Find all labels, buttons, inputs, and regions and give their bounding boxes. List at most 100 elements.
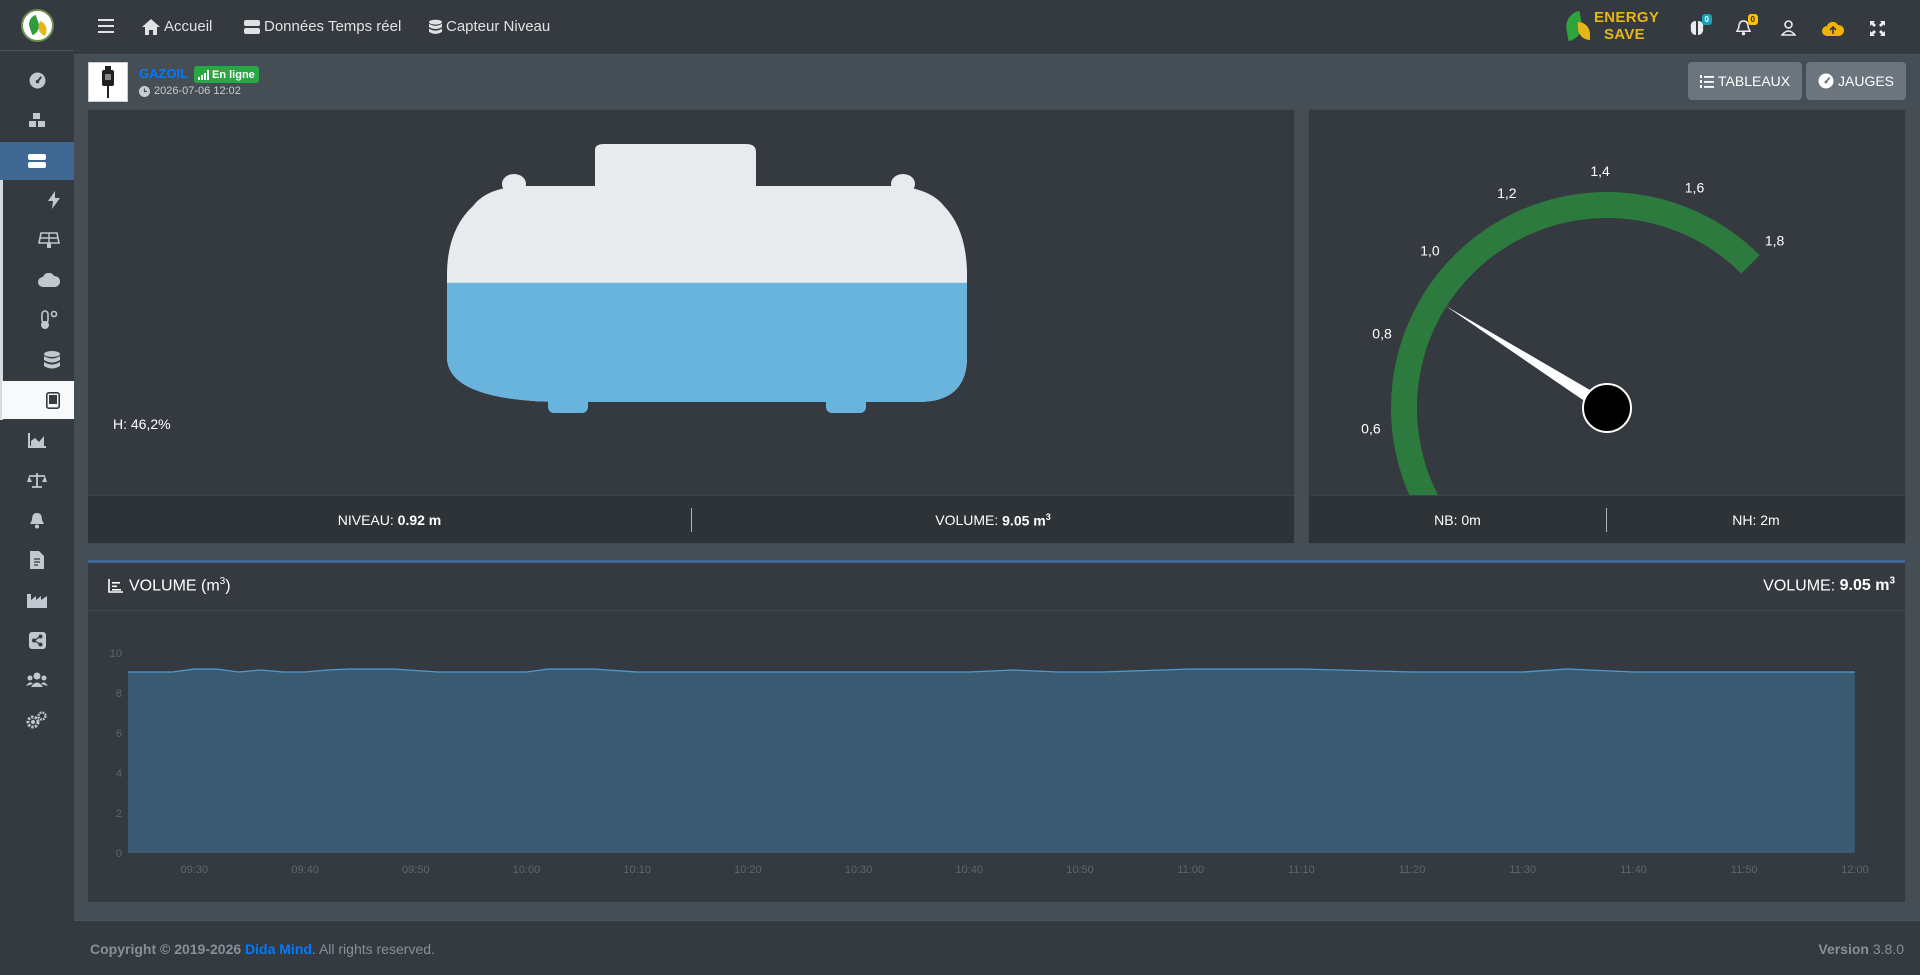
device-name[interactable]: GAZOIL — [139, 66, 188, 81]
company-link[interactable]: Dida Mind — [245, 941, 312, 957]
sidebar-item-invoices[interactable] — [0, 541, 74, 579]
version-text: Version 3.8.0 — [1818, 941, 1904, 957]
sidebar-divider — [0, 50, 74, 51]
fill-percentage-label: H: 46,2% — [113, 416, 171, 432]
expand-icon — [1869, 20, 1885, 36]
gauge-tick-label: 1,8 — [1765, 232, 1785, 248]
sidebar-subitem-cloud[interactable] — [2, 261, 74, 299]
database-icon — [44, 351, 60, 369]
thermometer-icon — [38, 310, 60, 330]
nav-link-home[interactable]: Accueil — [142, 18, 212, 35]
volume-readout: VOLUME: 9.05 m3 — [692, 496, 1294, 544]
copyright-text: Copyright © 2019-2026 Dida Mind. All rig… — [90, 941, 435, 957]
gauges-view-button[interactable]: JAUGES — [1806, 62, 1907, 100]
x-axis-tick-label: 10:00 — [513, 864, 541, 876]
level-readout: NIVEAU: 0.92 m — [88, 496, 691, 544]
gauge-card-footer: NB: 0m NH: 2m — [1309, 495, 1905, 543]
level-label: NIVEAU: — [337, 512, 394, 528]
x-axis-tick-label: 10:30 — [845, 864, 873, 876]
volume-chart-card: VOLUME (m3) VOLUME: 9.05 m3 0 2 4 6 8 10 09:30… — [88, 560, 1905, 902]
nav-upload-button[interactable] — [1822, 17, 1844, 39]
sidebar-item-balance[interactable] — [0, 461, 74, 499]
tables-view-label: TABLEAUX — [1718, 73, 1791, 89]
signal-icon — [198, 69, 209, 80]
cloud-icon — [38, 273, 60, 287]
level-value: 0.92 m — [397, 512, 442, 528]
clock-icon — [139, 85, 150, 97]
copyright-label: Copyright © 2019-2026 — [90, 941, 242, 957]
nav-link-sensor-label: Capteur Niveau — [446, 18, 551, 35]
cogs-icon — [26, 711, 48, 729]
nh-readout: NH: 2m — [1732, 512, 1780, 528]
volume-chart: 0 2 4 6 8 10 09:30 09:40 09:50 10:00 10:10 10:20 10:… — [110, 648, 1869, 876]
list-ol-icon — [1700, 74, 1714, 88]
sidebar-item-sites[interactable] — [0, 101, 74, 139]
messages-badge: 0 — [1701, 14, 1712, 25]
device-thumbnail — [88, 62, 128, 102]
tables-view-button[interactable]: TABLEAUX — [1688, 62, 1803, 100]
industry-icon — [27, 592, 47, 608]
x-axis-tick-label: 09:30 — [181, 864, 209, 876]
sidebar-subitem-level[interactable] — [2, 341, 74, 379]
timestamp-text: 2026-07-06 12:02 — [154, 85, 241, 97]
sidebar-subitem-tablet[interactable] — [2, 381, 74, 419]
tank-card: H: 46,2% NIVEAU: 0.92 m VOLUME: 9.05 m3 — [88, 110, 1294, 543]
sidebar-item-dashboard[interactable] — [0, 61, 74, 99]
x-axis-tick-label: 10:50 — [1066, 864, 1094, 876]
bolt-icon — [48, 191, 60, 209]
gauge-tick-label: 0,6 — [1361, 421, 1381, 437]
sidebar-item-share[interactable] — [0, 621, 74, 659]
sidebar-item-users[interactable] — [0, 661, 74, 699]
solar-panel-icon — [38, 231, 60, 249]
chart-title-end: ) — [225, 577, 231, 595]
x-axis-tick-label: 09:40 — [291, 864, 319, 876]
device-timestamp: 2026-07-06 12:02 — [139, 85, 241, 97]
bell-icon — [29, 512, 45, 529]
x-axis-tick-label: 12:00 — [1841, 864, 1869, 876]
x-axis-tick-label: 11:10 — [1288, 864, 1315, 876]
sidebar-item-sensors[interactable] — [0, 142, 74, 180]
app-logo[interactable] — [21, 9, 54, 42]
sidebar-subitem-temperature[interactable] — [2, 301, 74, 339]
gauge-hub — [1582, 383, 1632, 433]
chart-volume-label: VOLUME: — [1763, 577, 1836, 595]
nav-link-realtime[interactable]: Données Temps réel — [244, 18, 401, 35]
chart-bar-icon — [108, 578, 123, 593]
menu-toggle-icon[interactable] — [98, 19, 114, 33]
nb-readout: NB: 0m — [1434, 512, 1481, 528]
status-label: En ligne — [212, 68, 255, 81]
brand-line1: ENERGY — [1594, 9, 1660, 26]
top-navbar: Accueil Données Temps réel Capteur Nivea… — [74, 0, 1920, 55]
nav-fullscreen-button[interactable] — [1866, 17, 1888, 39]
chart-volume-sup: 3 — [1889, 576, 1895, 587]
nav-link-home-label: Accueil — [164, 18, 213, 35]
tank-illustration — [447, 144, 967, 413]
gauge-tick-label: 1,2 — [1497, 185, 1517, 201]
gauge-tick-label: 1,4 — [1590, 163, 1610, 179]
nav-notifications-button[interactable]: 0 — [1732, 14, 1758, 39]
sidebar-subitem-solar[interactable] — [2, 221, 74, 259]
gauges-view-label: JAUGES — [1838, 73, 1895, 89]
nav-user-button[interactable] — [1777, 17, 1799, 39]
sidebar-item-alerts[interactable] — [0, 501, 74, 539]
brand-logo: ENERGY SAVE — [1563, 8, 1664, 46]
server-icon — [28, 153, 46, 169]
x-axis-tick-label: 11:40 — [1620, 864, 1647, 876]
sidebar-item-charts[interactable] — [0, 421, 74, 459]
x-axis-tick-label: 10:20 — [734, 864, 762, 876]
file-invoice-icon — [30, 551, 44, 569]
sidebar-subitem-energy[interactable] — [2, 181, 74, 219]
volume-unit-sup: 3 — [1045, 511, 1051, 522]
sidebar-item-settings[interactable] — [0, 701, 74, 739]
share-icon — [28, 631, 46, 649]
y-axis-tick-label: 4 — [116, 768, 122, 780]
sidebar-item-industry[interactable] — [0, 581, 74, 619]
nav-messages-button[interactable]: 0 — [1686, 14, 1712, 39]
chart-current-volume: VOLUME: 9.05 m3 — [1763, 576, 1895, 595]
nav-link-realtime-label: Données Temps réel — [264, 18, 402, 35]
status-badge: En ligne — [194, 66, 259, 83]
tachometer-icon — [1818, 73, 1834, 89]
nav-link-sensor[interactable]: Capteur Niveau — [429, 18, 550, 35]
user-icon — [1780, 20, 1796, 36]
level-gauge: 00,20,40,60,81,01,21,41,61,8 — [1361, 163, 1785, 495]
